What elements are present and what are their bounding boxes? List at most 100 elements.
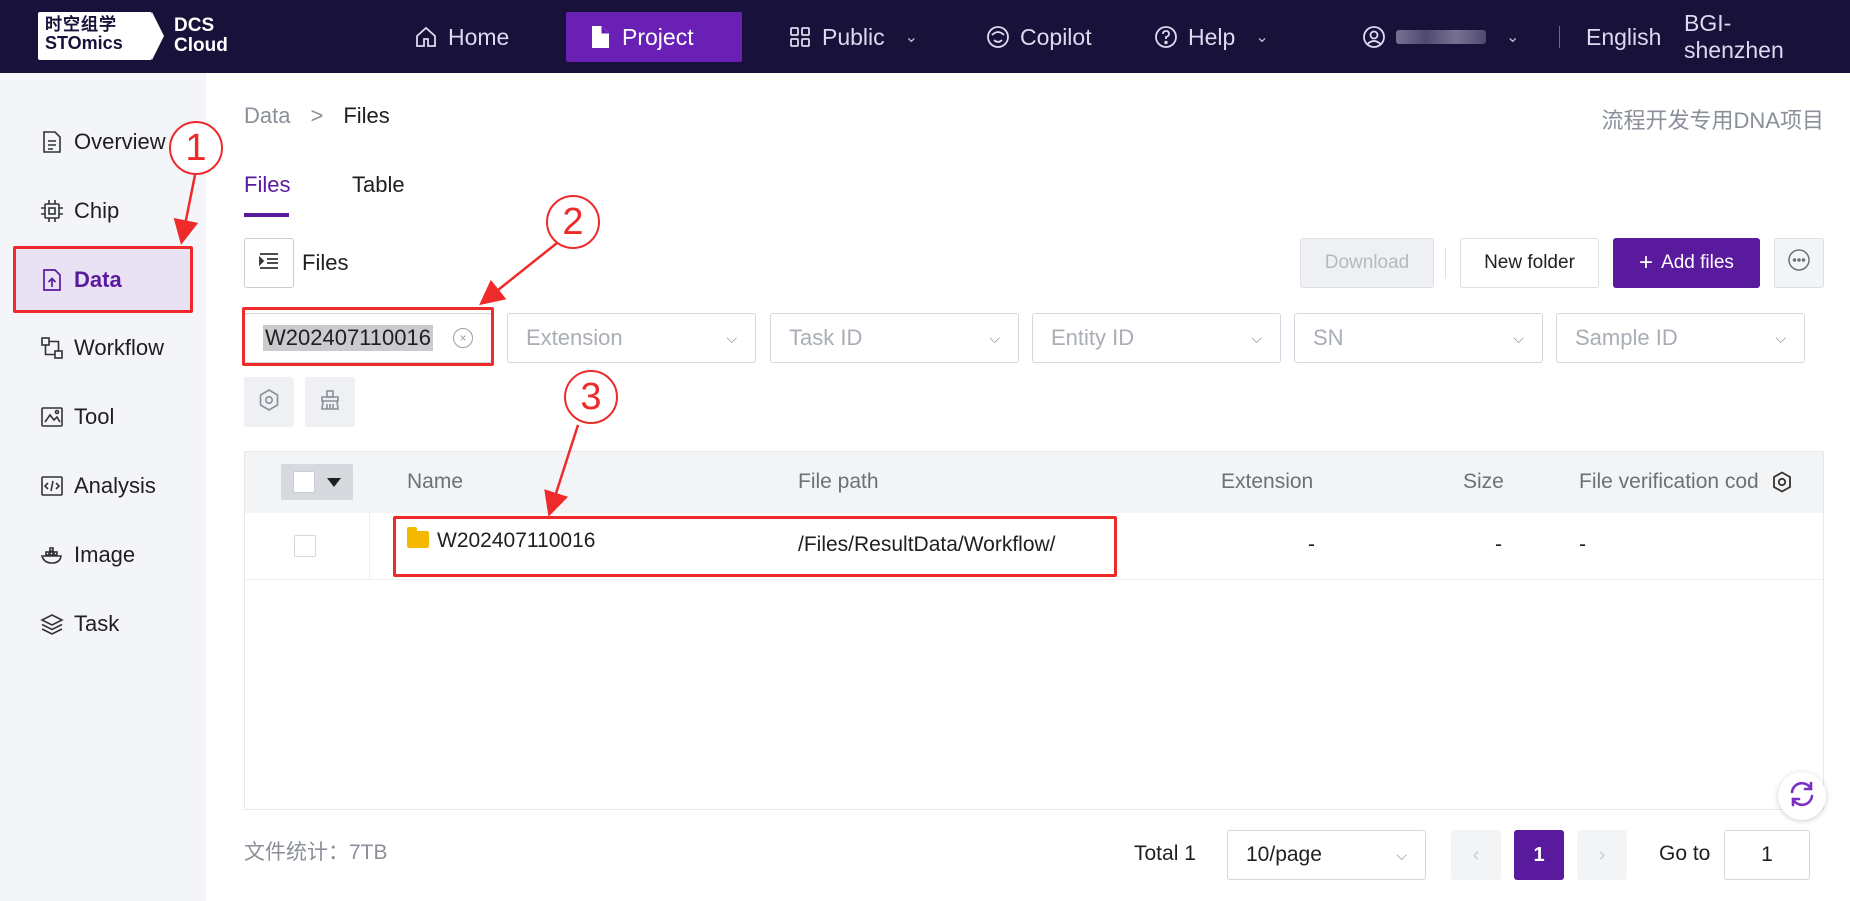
sample-id-placeholder: Sample ID [1575,325,1678,350]
column-header-extension[interactable]: Extension [1221,470,1313,494]
chevron-down-icon: ⌄ [1506,29,1520,46]
sidebar-item-chip[interactable]: Chip [40,191,119,231]
plus-icon: + [1639,249,1654,276]
nav-copilot[interactable]: Copilot [964,12,1114,62]
sn-select[interactable]: SN ⌵ [1294,313,1543,363]
nav-project[interactable]: Project [566,12,742,62]
clear-filter-button[interactable] [305,377,355,427]
pagination-total: Total 1 [1134,842,1196,865]
settings-icon [258,388,280,416]
logo-badge: 时空组学 STOmics [38,12,164,60]
column-header-file-path[interactable]: File path [798,470,879,494]
chevron-down-icon: ⌵ [1513,329,1524,346]
grid-icon [788,25,812,49]
user-name-redacted [1396,30,1486,44]
analysis-icon [40,474,64,498]
add-files-button[interactable]: + Add files [1613,238,1760,288]
sidebar-item-overview[interactable]: Overview [40,122,166,162]
sidebar-item-workflow[interactable]: Workflow [40,328,164,368]
tab-table[interactable]: Table [352,172,405,198]
sidebar-item-tool[interactable]: Tool [40,397,114,437]
refresh-button[interactable] [1778,772,1826,820]
language-label: English [1586,23,1662,50]
chevron-down-icon: ⌵ [726,329,737,346]
new-folder-button[interactable]: New folder [1460,238,1599,288]
logo-dcs: DCS [174,15,215,36]
sidebar-item-image[interactable]: Image [40,535,135,575]
sn-placeholder: SN [1313,325,1344,350]
tab-files[interactable]: Files [244,172,290,198]
home-icon [414,25,438,49]
app-logo[interactable]: 时空组学 STOmics DCS Cloud [38,12,228,60]
select-all-checkbox[interactable] [293,471,315,493]
chip-icon [40,199,64,223]
chevron-down-icon: ⌄ [904,29,919,46]
page-number-button[interactable]: 1 [1514,830,1564,880]
nav-help[interactable]: Help ⌄ [1132,12,1291,62]
logo-text-en: STOmics [45,33,123,53]
column-settings-icon[interactable] [1771,471,1793,499]
extension-placeholder: Extension [526,325,623,350]
chevron-down-icon: ⌵ [1251,329,1262,346]
row-checkbox[interactable] [294,535,316,557]
goto-page-input[interactable]: 1 [1724,830,1810,880]
files-header: Files [244,238,348,288]
region-switch[interactable]: BGI-shenzhen [1662,10,1850,63]
files-header-label: Files [302,250,349,275]
more-icon [1787,248,1811,278]
sidebar-item-analysis[interactable]: Analysis [40,466,156,506]
column-divider [369,513,370,580]
toolbar-divider [1445,248,1446,278]
nav-help-label: Help [1188,23,1236,50]
nav-public-label: Public [822,23,885,50]
image-icon [40,543,64,567]
toggle-tree-button[interactable] [244,238,294,288]
column-header-size[interactable]: Size [1463,470,1504,494]
task-id-select[interactable]: Task ID ⌵ [770,313,1019,363]
help-icon [1154,25,1178,49]
nav-copilot-label: Copilot [1020,23,1092,50]
sidebar-item-label: Image [74,542,136,567]
prev-page-button[interactable]: ‹ [1451,830,1501,880]
copilot-icon [986,25,1010,49]
select-all-dropdown[interactable] [281,464,353,500]
sidebar-item-label: Task [74,611,120,636]
chevron-left-icon: ‹ [1472,843,1480,866]
chevron-down-icon: ⌵ [1396,846,1407,863]
user-icon [1362,25,1386,49]
sidebar-item-label: Analysis [74,473,156,498]
chevron-down-icon: ⌄ [1255,29,1269,46]
page-size-select[interactable]: 10/page ⌵ [1227,830,1426,880]
sidebar-item-label: Workflow [74,335,165,360]
breadcrumb: Data > Files [244,103,390,129]
sample-id-select[interactable]: Sample ID ⌵ [1556,313,1805,363]
nav-public[interactable]: Public ⌄ [766,12,940,62]
column-header-name[interactable]: Name [407,470,463,494]
refresh-icon [1787,779,1817,814]
breadcrumb-current: Files [343,103,390,128]
breadcrumb-separator: > [310,103,324,128]
project-name: 流程开发专用DNA项目 [1601,108,1824,133]
more-button[interactable] [1774,238,1824,288]
task-icon [40,612,64,636]
file-stats: 文件统计：7TB [244,841,388,864]
sidebar-item-label: Tool [74,404,115,429]
sidebar-item-label: Chip [74,198,120,223]
extension-cell: - [1308,533,1315,556]
annotation-badge-3: 3 [564,370,618,424]
search-filter-button[interactable] [244,377,294,427]
next-page-button[interactable]: › [1577,830,1627,880]
entity-id-select[interactable]: Entity ID ⌵ [1032,313,1281,363]
files-table: Name File path Extension Size File verif… [244,451,1824,810]
sidebar-item-task[interactable]: Task [40,604,119,644]
annotation-box-1 [13,246,193,313]
annotation-badge-2: 2 [546,195,600,249]
extension-select[interactable]: Extension ⌵ [507,313,756,363]
chevron-down-icon: ⌵ [1775,329,1786,346]
download-button[interactable]: Download [1300,238,1434,288]
document-icon [588,25,612,49]
nav-home[interactable]: Home [392,12,531,62]
user-menu[interactable]: ⌄ [1340,12,1541,62]
breadcrumb-root[interactable]: Data [244,103,290,129]
column-header-verification-code[interactable]: File verification cod [1579,470,1769,494]
